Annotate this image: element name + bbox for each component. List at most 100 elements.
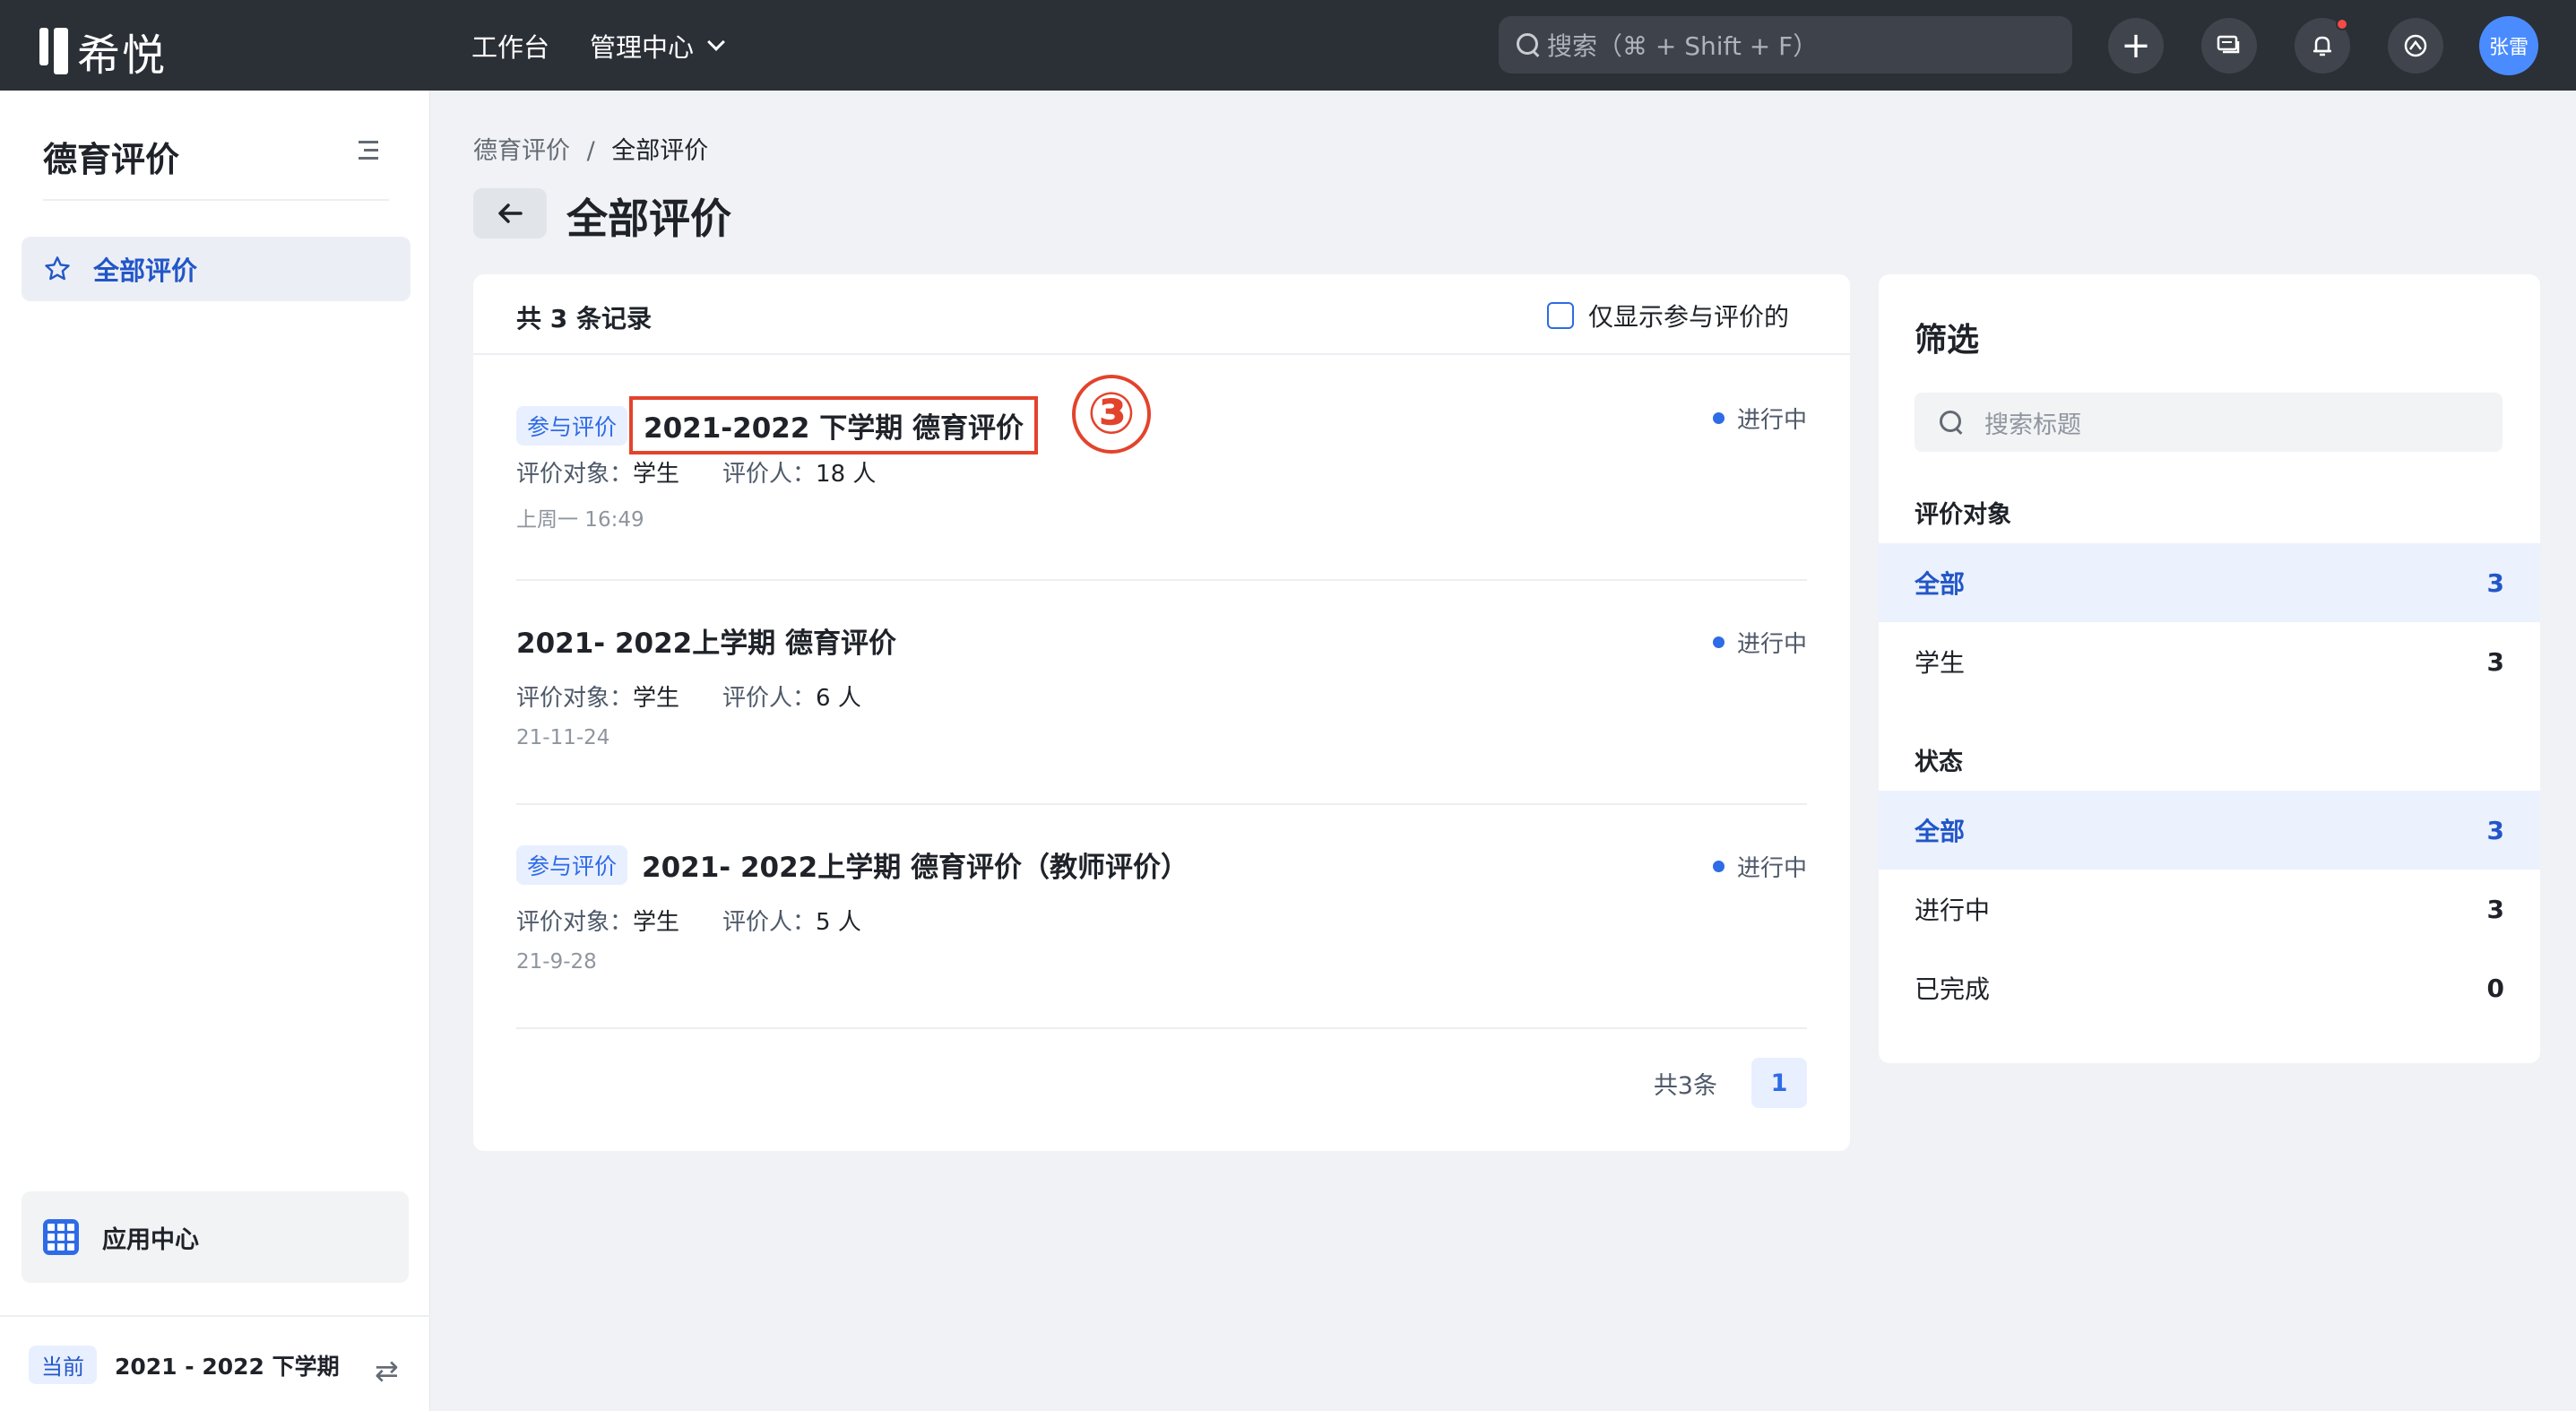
filter-option-target-student[interactable]: 学生 3 [1879,622,2540,701]
pagination: 共3条 1 [1654,1058,1807,1108]
notifications-button[interactable] [2295,18,2350,74]
arrow-left-icon [498,203,523,223]
help-button[interactable] [2388,18,2443,74]
nav-admin-center[interactable]: 管理中心 [590,27,725,65]
evaluation-meta: 评价对象：学生 评价人：6 人 [516,680,861,713]
list-item[interactable]: 2021- 2022上学期 德育评价 进行中 评价对象：学生 评价人：6 人 2… [516,581,1807,805]
target-label: 评价对象： [516,685,634,712]
filter-option-status-completed[interactable]: 已完成 0 [1879,948,2540,1027]
switch-term-icon[interactable]: ⇄ [375,1354,399,1388]
participating-tag: 参与评价 [516,844,628,885]
status-dot-icon [1712,861,1725,872]
evaluation-date: 上周一 16:49 [516,508,644,532]
option-label: 学生 [1915,648,1966,678]
pagination-total: 共3条 [1653,1071,1717,1100]
status-text: 进行中 [1736,631,1807,658]
search-icon [1940,411,1963,434]
breadcrumb-parent[interactable]: 德育评价 [473,137,570,165]
filter-search-placeholder: 搜索标题 [1984,411,2081,439]
evaluator-label: 评价人： [722,909,817,936]
participating-tag: 参与评价 [516,405,628,446]
filter-option-status-all[interactable]: 全部 3 [1879,791,2540,870]
sidebar-bottom-divider [0,1315,430,1317]
global-search-input[interactable]: 搜索（⌘ + Shift + F） [1499,16,2072,74]
chevron-down-icon [707,33,725,51]
sidebar: 德育评价 全部评价 应用中心 当前 2021 - 2022 下学期 [0,91,430,1411]
breadcrumb: 德育评价 / 全部评价 [473,131,708,166]
page-button-current[interactable]: 1 [1751,1058,1807,1108]
evaluation-list: 共 3 条记录 仅显示参与评价的 参与评价 2021-2022 下学期 德育评价… [473,274,1850,1151]
nav-admin-label: 管理中心 [590,32,695,63]
current-term: 当前 2021 - 2022 下学期 [29,1346,340,1384]
breadcrumb-separator: / [586,137,595,165]
status-text: 进行中 [1736,407,1807,434]
option-count: 3 [2486,894,2504,924]
logo-text: 希悦 [77,30,168,81]
status-dot-icon [1712,636,1725,648]
option-label: 全部 [1915,817,1966,846]
app-center-button[interactable]: 应用中心 [22,1191,409,1283]
avatar[interactable]: 张雷 [2479,16,2538,75]
bell-icon [2313,36,2331,56]
filter-panel: 筛选 搜索标题 评价对象 全部 3 学生 3 状态 全部 3 进行中 3 已完成… [1879,274,2540,1063]
evaluation-meta: 评价对象：学生 评价人：18 人 [516,455,876,489]
status-badge: 进行中 [1712,402,1807,435]
messages-button[interactable] [2201,18,2257,74]
list-item[interactable]: 参与评价 2021- 2022上学期 德育评价（教师评价） 进行中 评价对象：学… [516,805,1807,1029]
option-count: 3 [2486,815,2504,845]
only-participating-filter[interactable]: 仅显示参与评价的 [1547,298,1789,333]
page-title: 全部评价 [566,195,731,243]
help-icon [2404,34,2427,57]
evaluator-value: 18 人 [816,461,877,488]
status-text: 进行中 [1736,855,1807,882]
target-label: 评价对象： [516,461,634,488]
evaluation-date: 21-11-24 [516,726,610,749]
nav-workbench[interactable]: 工作台 [471,27,549,65]
option-count: 0 [2486,973,2504,1003]
list-item[interactable]: 参与评价 2021-2022 下学期 德育评价 ③ 进行中 评价对象：学生 评价… [516,357,1807,581]
sidebar-item-all-evaluations[interactable]: 全部评价 [22,237,411,301]
option-count: 3 [2486,646,2504,677]
logo-mark-icon [39,28,68,74]
add-button[interactable]: + [2108,18,2164,74]
back-button[interactable] [473,188,547,238]
notification-dot [2336,18,2348,30]
top-bar: 希悦 工作台 管理中心 搜索（⌘ + Shift + F） + 张雷 [0,0,2576,91]
filter-title: 筛选 [1915,322,1980,359]
sidebar-title: 德育评价 [43,140,180,179]
collapse-sidebar-icon[interactable] [355,141,378,160]
sidebar-item-label: 全部评价 [93,255,198,286]
breadcrumb-current: 全部评价 [611,137,709,165]
status-badge: 进行中 [1712,850,1807,883]
only-participating-checkbox[interactable] [1547,302,1574,329]
option-label: 进行中 [1915,896,1991,925]
evaluation-title[interactable]: 2021-2022 下学期 德育评价 [629,396,1039,454]
evaluator-label: 评价人： [722,685,817,712]
app-logo[interactable]: 希悦 [39,20,167,82]
status-badge: 进行中 [1712,626,1807,659]
evaluation-title[interactable]: 2021- 2022上学期 德育评价 [516,620,896,661]
evaluation-date: 21-9-28 [516,950,597,974]
current-term-badge: 当前 [29,1346,97,1384]
option-label: 已完成 [1915,974,1991,1004]
star-icon [45,256,70,281]
filter-option-status-in-progress[interactable]: 进行中 3 [1879,870,2540,948]
filter-search-input[interactable]: 搜索标题 [1915,393,2503,452]
current-term-text: 2021 - 2022 下学期 [115,1353,340,1380]
target-label: 评价对象： [516,909,634,936]
global-search-placeholder: 搜索（⌘ + Shift + F） [1547,31,1819,61]
filter-option-target-all[interactable]: 全部 3 [1879,543,2540,622]
evaluator-label: 评价人： [722,461,817,488]
chat-icon [2217,35,2240,54]
app-center-label: 应用中心 [102,1225,199,1254]
evaluator-value: 6 人 [816,685,861,712]
plus-icon: + [2121,25,2151,66]
option-label: 全部 [1915,569,1966,599]
only-participating-label: 仅显示参与评价的 [1588,302,1790,332]
evaluation-title[interactable]: 2021- 2022上学期 德育评价（教师评价） [642,844,1189,885]
total-count: 共 3 条记录 [516,304,652,333]
target-value: 学生 [633,461,680,488]
annotation-marker: ③ [1072,375,1151,454]
target-value: 学生 [633,685,680,712]
filter-group-status: 状态 [1915,749,1963,776]
